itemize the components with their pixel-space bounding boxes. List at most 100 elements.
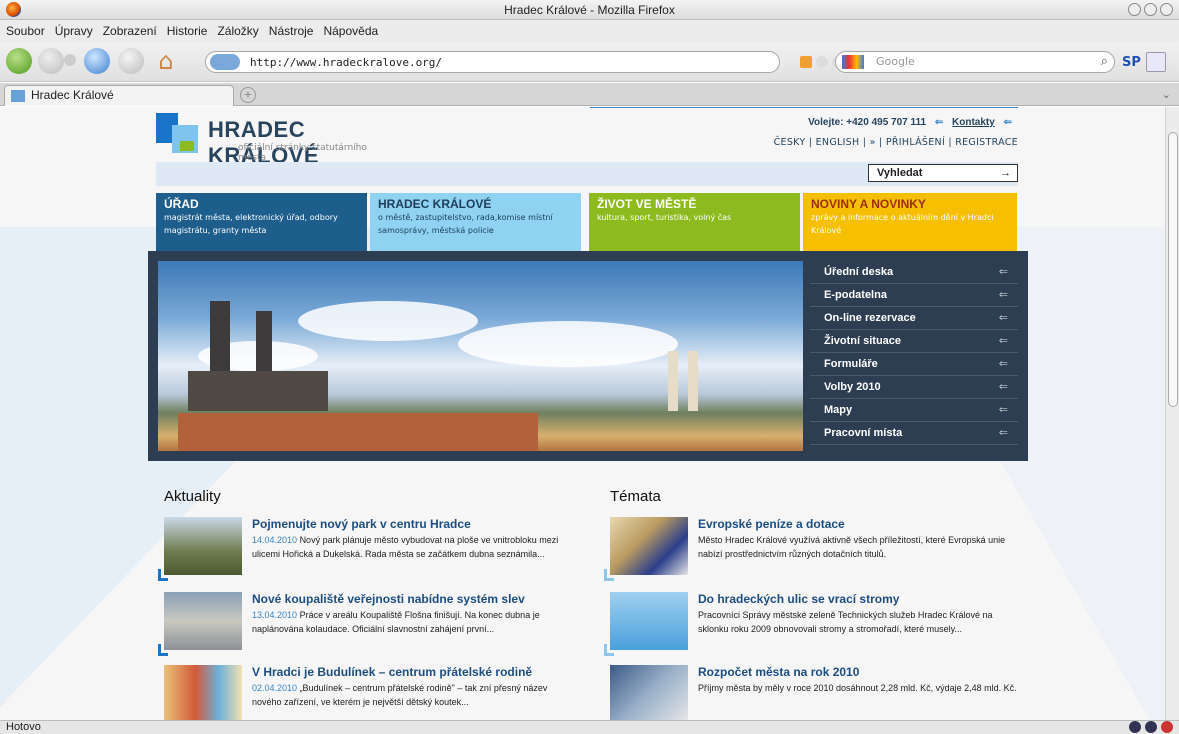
menu-napoveda[interactable]: Nápověda <box>323 24 378 38</box>
city-panorama-image <box>158 261 803 451</box>
search-box[interactable]: Google ⌕ <box>835 51 1115 73</box>
menu-uredni-deska[interactable]: Úřední deska ⇐ <box>810 261 1018 284</box>
url-bar[interactable]: http://www.hradeckralove.org/ <box>205 51 780 73</box>
news-title[interactable]: Pojmenujte nový park v centru Hradce <box>252 517 471 531</box>
page-content: HRADEC KRÁLOVÉ oficiální stránky statutá… <box>0 107 1165 720</box>
search-engine-icon[interactable] <box>842 55 864 69</box>
reload-button[interactable] <box>84 48 110 74</box>
search-placeholder[interactable]: Google <box>876 55 915 68</box>
contact-line: Volejte: +420 495 707 111 ⇐ Kontakty ⇐ <box>808 117 1018 128</box>
topic-summary: Město Hradec Králové využívá aktivně vše… <box>698 535 1006 559</box>
topic-item[interactable]: Do hradeckých ulic se vrací stromy Praco… <box>604 592 1025 658</box>
news-heading: Aktuality <box>164 488 221 505</box>
news-item[interactable]: Nové koupaliště veřejnosti nabídne systé… <box>158 592 579 658</box>
menu-nastroje[interactable]: Nástroje <box>269 24 314 38</box>
topic-thumbnail[interactable] <box>610 665 688 720</box>
tab-bar: Hradec Králové + ⌄ <box>0 83 1179 106</box>
topic-summary: Příjmy města by měly v roce 2010 dosáhno… <box>698 683 1017 693</box>
new-tab-button[interactable]: + <box>240 87 256 103</box>
category-title: NOVINY A NOVINKY <box>811 197 926 211</box>
category-hradec-kralove[interactable]: HRADEC KRÁLOVÉ o městě, zastupitelstvo, … <box>370 193 581 251</box>
menu-historie[interactable]: Historie <box>167 24 208 38</box>
edit-status-icon[interactable] <box>1161 721 1173 733</box>
category-zivot-ve-meste[interactable]: ŽIVOT VE MĚSTĚ kultura, sport, turistika… <box>589 193 800 251</box>
contact-phone: Volejte: +420 495 707 111 <box>808 117 927 128</box>
status-text: Hotovo <box>6 721 41 733</box>
language-links[interactable]: ČESKY | ENGLISH | » | PŘIHLÁŠENÍ | REGIS… <box>774 137 1018 148</box>
menu-e-podatelna[interactable]: E-podatelna ⇐ <box>810 284 1018 307</box>
back-button[interactable] <box>6 48 32 74</box>
history-dropdown-icon[interactable] <box>64 54 76 66</box>
tab-title: Hradec Králové <box>31 88 114 102</box>
menu-zalozky[interactable]: Záložky <box>217 24 258 38</box>
news-summary: 14.04.2010 Nový park plánuje město vybud… <box>252 535 559 559</box>
topic-item[interactable]: Rozpočet města na rok 2010 Příjmy města … <box>610 665 1025 720</box>
category-urad[interactable]: ÚŘAD magistrát města, elektronický úřad,… <box>156 193 367 251</box>
category-title: ŽIVOT VE MĚSTĚ <box>597 197 697 211</box>
arrow-left-icon: ⇐ <box>998 381 1008 393</box>
maximize-button[interactable] <box>1144 3 1157 16</box>
window-title: Hradec Králové - Mozilla Firefox <box>504 3 675 17</box>
site-logo[interactable]: HRADEC KRÁLOVÉ oficiální stránky statutá… <box>156 111 396 168</box>
category-desc: zprávy a informace o aktuálním dění v Hr… <box>811 213 994 235</box>
addon-status-icon[interactable] <box>1129 721 1141 733</box>
arrow-left-icon: ⇐ <box>998 289 1008 301</box>
vertical-scrollbar[interactable] <box>1165 107 1179 720</box>
site-search-button[interactable]: Vyhledat → <box>868 164 1018 182</box>
stop-button[interactable] <box>118 48 144 74</box>
arrow-left-icon: ⇐ <box>998 427 1008 439</box>
close-button[interactable] <box>1160 3 1173 16</box>
menu-online-rezervace[interactable]: On-line rezervace ⇐ <box>810 307 1018 330</box>
tab-hradec-kralove[interactable]: Hradec Králové <box>4 85 234 106</box>
news-title[interactable]: Nové koupaliště veřejnosti nabídne systé… <box>252 592 525 606</box>
menu-pracovni-mista[interactable]: Pracovní místa ⇐ <box>810 422 1018 445</box>
news-item[interactable]: V Hradci je Budulínek – centrum přátelsk… <box>164 665 579 720</box>
contacts-link[interactable]: Kontakty <box>952 117 995 128</box>
topic-title[interactable]: Rozpočet města na rok 2010 <box>698 665 859 679</box>
sp-addon-button[interactable]: SP <box>1122 55 1141 70</box>
status-bar: Hotovo <box>0 720 1179 734</box>
home-button[interactable]: ⌂ <box>152 48 180 74</box>
category-desc: magistrát města, elektronický úřad, odbo… <box>164 213 338 235</box>
topic-item[interactable]: Evropské peníze a dotace Město Hradec Kr… <box>604 517 1025 583</box>
corner-decoration <box>158 569 168 581</box>
topics-heading: Témata <box>610 488 661 505</box>
news-item[interactable]: Pojmenujte nový park v centru Hradce 14.… <box>158 517 579 583</box>
rss-icon[interactable] <box>800 56 812 68</box>
menu-zivotni-situace[interactable]: Životní situace ⇐ <box>810 330 1018 353</box>
logo-subtitle: oficiální stránky statutárního města <box>238 143 367 163</box>
menu-formulare[interactable]: Formuláře ⇐ <box>810 353 1018 376</box>
edit-icon[interactable] <box>1146 52 1166 72</box>
arrow-left-icon: ⇐ <box>998 312 1008 324</box>
news-thumbnail[interactable] <box>164 665 242 720</box>
tab-list-icon[interactable]: ⌄ <box>1162 88 1171 101</box>
news-title[interactable]: V Hradci je Budulínek – centrum přátelsk… <box>252 665 532 679</box>
search-icon[interactable]: ⌕ <box>1101 54 1108 69</box>
menu-soubor[interactable]: Soubor <box>6 24 45 38</box>
topic-thumbnail[interactable] <box>610 517 688 575</box>
firefox-icon[interactable] <box>6 2 21 17</box>
url-text[interactable]: http://www.hradeckralove.org/ <box>250 56 442 69</box>
topic-thumbnail[interactable] <box>610 592 688 650</box>
category-title: ÚŘAD <box>164 197 199 211</box>
scrollbar-thumb[interactable] <box>1168 132 1178 407</box>
topic-summary: Pracovníci Správy městské zeleně Technic… <box>698 610 993 634</box>
forward-button[interactable] <box>38 48 64 74</box>
menu-upravy[interactable]: Úpravy <box>55 24 93 38</box>
category-desc: o městě, zastupitelstvo, rada,komise mís… <box>378 213 553 235</box>
status-icons <box>1129 721 1173 733</box>
site-identity-icon[interactable] <box>210 54 240 70</box>
menu-volby-2010[interactable]: Volby 2010 ⇐ <box>810 376 1018 399</box>
topic-title[interactable]: Do hradeckých ulic se vrací stromy <box>698 592 899 606</box>
category-noviny[interactable]: NOVINY A NOVINKY zprávy a informace o ak… <box>803 193 1017 251</box>
quick-menu: Úřední deska ⇐ E-podatelna ⇐ On-line rezer… <box>810 261 1018 445</box>
topic-title[interactable]: Evropské peníze a dotace <box>698 517 845 531</box>
js-status-icon[interactable] <box>1145 721 1157 733</box>
menu-mapy[interactable]: Mapy ⇐ <box>810 399 1018 422</box>
minimize-button[interactable] <box>1128 3 1141 16</box>
bookmark-star-icon[interactable] <box>816 56 828 68</box>
news-thumbnail[interactable] <box>164 517 242 575</box>
menu-zobrazeni[interactable]: Zobrazení <box>103 24 157 38</box>
logo-mark-icon <box>156 113 198 155</box>
news-thumbnail[interactable] <box>164 592 242 650</box>
